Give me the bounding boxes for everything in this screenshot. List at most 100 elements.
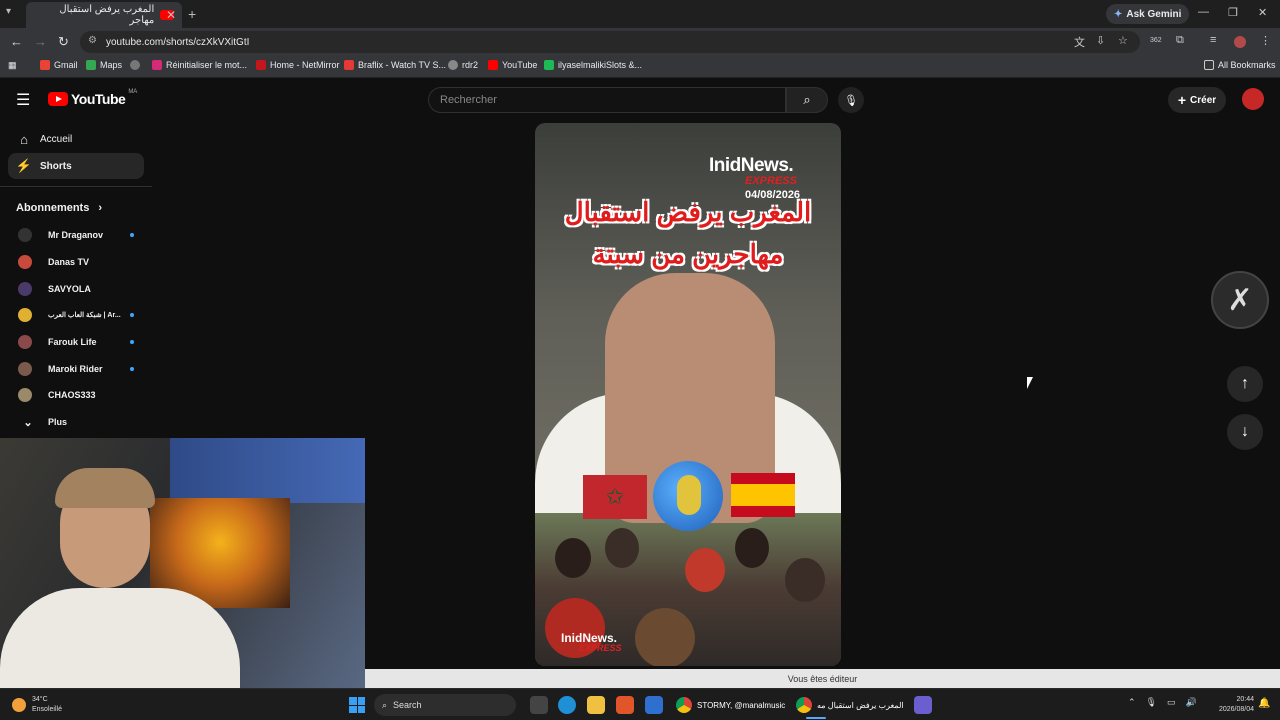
forward-arrow-icon[interactable]: → [34, 34, 47, 49]
show-more-button[interactable]: ⌄ Plus [8, 409, 144, 435]
subscription-item[interactable]: Danas TV [8, 249, 144, 275]
subscriptions-title-text: Abonnements [16, 202, 90, 214]
notification-bell-icon[interactable]: 🔔 [1258, 698, 1270, 709]
bookmark-slots[interactable]: ilyaselmalikiSlots &... [544, 60, 642, 70]
taskbar-window-youtube[interactable]: المغرب يرفض استقبال مه [796, 695, 904, 719]
subscription-item[interactable]: شبكة العاب العرب | Ar... [8, 302, 144, 328]
translate-icon[interactable]: 文 [1074, 34, 1085, 50]
streamer-cap [55, 468, 155, 508]
chrome-icon [796, 697, 812, 713]
clock-time: 20:44 [1236, 696, 1254, 703]
back-arrow-icon[interactable]: ← [10, 34, 23, 49]
video-headline-line1: المغرب يرفض استقبال [564, 197, 812, 227]
chrome-menu-icon[interactable]: ⋮ [1260, 34, 1271, 47]
address-bar[interactable]: ⚙ youtube.com/shorts/czXkVXitGtI [80, 31, 1140, 53]
bookmark-maps[interactable]: Maps [86, 60, 122, 70]
browser-tab-active[interactable]: المغرب يرفض استقبال مهاجر [26, 2, 182, 28]
volume-icon[interactable]: 🔊 [1186, 697, 1197, 708]
tab-list-button[interactable]: ▾ [6, 6, 11, 17]
search-icon: ⌕ [803, 92, 811, 107]
video-headline-line2: مهاجرين من سبتة [592, 239, 784, 269]
maps-icon [86, 60, 96, 70]
search-input[interactable]: Rechercher [428, 87, 786, 113]
task-view-icon[interactable] [530, 696, 548, 714]
extensions-puzzle-icon[interactable]: ⧉ [1176, 34, 1184, 47]
create-label: Créer [1190, 94, 1217, 106]
install-app-icon[interactable]: ⇩ [1096, 34, 1105, 47]
subscription-item[interactable]: SAVYOLA [8, 276, 144, 302]
chevron-up-icon[interactable]: ⌃ [1128, 697, 1136, 708]
taskbar-search[interactable]: ⌕ Search [374, 694, 516, 716]
chevron-right-icon: › [98, 202, 103, 214]
profile-avatar[interactable] [1234, 36, 1246, 48]
ask-gemini-button[interactable]: ✦ Ask Gemini [1106, 4, 1190, 24]
account-avatar[interactable] [1242, 88, 1264, 110]
bookmark-globe[interactable] [130, 60, 140, 70]
edge-icon[interactable] [558, 696, 576, 714]
bookmark-star-icon[interactable]: ☆ [1118, 34, 1128, 47]
subscriptions-heading[interactable]: Abonnements › [16, 202, 102, 214]
webcam-overlay [0, 438, 365, 700]
brave-icon[interactable] [616, 696, 634, 714]
channel-name: شبكة العاب العرب | Ar... [48, 312, 121, 319]
subscription-item[interactable]: Maroki Rider [8, 356, 144, 382]
sidebar-item-shorts[interactable]: ⚡ Shorts [8, 153, 144, 179]
store-icon[interactable] [645, 696, 663, 714]
window-close-button[interactable]: ✕ [1258, 6, 1267, 19]
subscription-item[interactable]: Farouk Life [8, 329, 144, 355]
logo-region: MA [128, 89, 138, 95]
create-button[interactable]: + Créer [1168, 87, 1226, 113]
channel-name: Maroki Rider [48, 364, 103, 374]
teams-icon[interactable] [914, 696, 932, 714]
video-watermark-sub: EXPRESS [579, 643, 622, 653]
weather-desc: Ensoleillé [32, 706, 62, 713]
hamburger-menu-icon[interactable]: ☰ [16, 90, 30, 110]
arrow-up-icon: ↑ [1241, 375, 1249, 392]
voice-search-button[interactable]: 🎙 [838, 87, 864, 113]
minimize-button[interactable]: — [1198, 6, 1209, 18]
tab-close-icon[interactable]: ✕ [166, 8, 176, 22]
media-control-icon[interactable]: ≡ [1210, 34, 1216, 46]
gmail-icon [40, 60, 50, 70]
taskbar-window-stormy[interactable]: STORMY, @manalmusic [676, 695, 785, 715]
channel-name: CHAOS333 [48, 390, 96, 400]
all-bookmarks-button[interactable]: All Bookmarks [1204, 60, 1276, 70]
reload-icon[interactable]: ↻ [58, 34, 69, 50]
channel-name: Danas TV [48, 257, 90, 267]
search-button[interactable]: ⌕ [786, 87, 828, 113]
channel-avatar [18, 255, 32, 269]
network-icon[interactable]: ▭ [1167, 697, 1176, 708]
youtube-icon [488, 60, 498, 70]
channel-name: SAVYOLA [48, 284, 91, 294]
file-explorer-icon[interactable] [587, 696, 605, 714]
bookmark-rdr2[interactable]: rdr2 [448, 60, 478, 70]
sidebar-item-home[interactable]: ⌂ Accueil [8, 126, 144, 152]
sidebar-divider [0, 186, 152, 187]
braflix-icon [344, 60, 354, 70]
netmirror-icon [256, 60, 266, 70]
url-text: youtube.com/shorts/czXkVXitGtI [106, 36, 250, 48]
bookmark-instagram[interactable]: Réinitialiser le mot... [152, 60, 247, 70]
channel-name: Mr Draganov [48, 230, 104, 240]
bookmark-netmirror[interactable]: Home - NetMirror [256, 60, 340, 70]
next-short-button[interactable]: ↓ [1227, 414, 1263, 450]
subscription-item[interactable]: Mr Draganov [8, 222, 144, 248]
bookmark-gmail[interactable]: Gmail [40, 60, 78, 70]
youtube-logo[interactable]: YouTube MA [48, 89, 138, 107]
extension-badge[interactable]: 362 [1150, 37, 1162, 44]
bookmark-braflix[interactable]: Braflix - Watch TV S... [344, 60, 446, 70]
browser-toolbar: ← → ↻ ⚙ youtube.com/shorts/czXkVXitGtI 文… [0, 28, 1280, 56]
apps-grid-icon[interactable]: ▦ [8, 60, 17, 71]
bookmark-youtube[interactable]: YouTube [488, 60, 537, 70]
microphone-icon[interactable]: 🎙 [1146, 697, 1157, 708]
restore-button[interactable]: ❐ [1228, 6, 1238, 19]
subscription-item[interactable]: CHAOS333 [8, 382, 144, 408]
system-clock[interactable]: 20:44 2026/08/04 [1206, 695, 1254, 715]
chrome-icon [676, 697, 692, 713]
windows-start-icon[interactable] [349, 697, 365, 713]
new-tab-button[interactable]: + [188, 6, 196, 22]
shorts-video-player[interactable]: ✩ InidNews. EXPRESS 04/08/2026 المغرب ير… [535, 123, 841, 666]
previous-short-button[interactable]: ↑ [1227, 366, 1263, 402]
video-brand: InidNews. [709, 155, 794, 176]
site-info-icon[interactable]: ⚙ [88, 35, 97, 46]
